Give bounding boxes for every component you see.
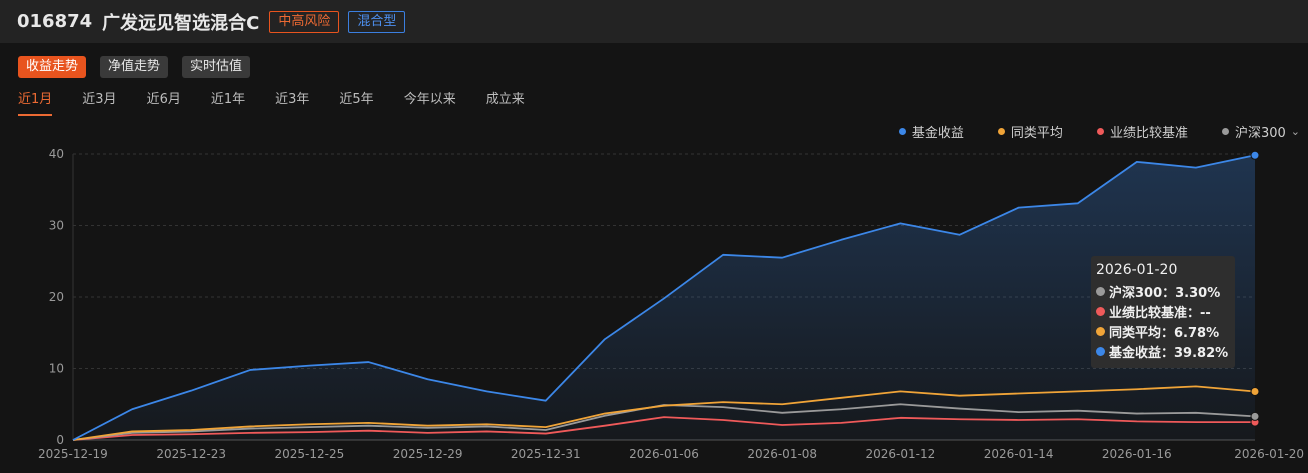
tooltip-row: 同类平均：6.78% [1096,321,1235,341]
return-chart[interactable]: 0 10 20 30 40 2025-12-19 2025-12-23 2025-12-25 2… [0,0,1308,473]
end-marker-同类平均 [1250,387,1260,397]
x-tick-label: 2025-12-29 [393,447,463,461]
x-tick-label: 2025-12-19 [38,447,108,461]
end-marker-基金收益 [1250,150,1260,160]
tooltip-row: 基金收益：39.82% [1096,341,1235,361]
x-tick-label: 2026-01-06 [629,447,699,461]
x-tick-label: 2026-01-08 [747,447,817,461]
tooltip-date: 2026-01-20 [1096,262,1178,278]
end-marker-沪深300 [1250,411,1260,421]
x-tick-label: 2026-01-14 [984,447,1054,461]
tooltip-dot [1096,286,1105,296]
y-tick-label: 10 [49,362,64,376]
tooltip-text: 同类平均：6.78% [1109,325,1220,341]
y-tick-label: 20 [49,290,64,304]
tooltip-text: 沪深300：3.30% [1109,285,1221,301]
x-tick-label: 2026-01-12 [866,447,936,461]
x-tick-label: 2026-01-16 [1102,447,1172,461]
tooltip-text: 业绩比较基准：-- [1109,305,1211,321]
chart-tooltip: 2026-01-20 沪深300：3.30% 业绩比较基准：-- 同类平均：6.… [1091,256,1235,368]
tooltip-row: 业绩比较基准：-- [1096,301,1235,321]
tooltip-dot [1096,306,1105,316]
x-tick-label: 2026-01-20 [1234,447,1304,461]
x-tick-label: 2025-12-25 [275,447,345,461]
y-tick-label: 40 [49,147,64,161]
tooltip-dot [1096,346,1105,356]
tooltip-text: 基金收益：39.82% [1109,345,1229,361]
y-tick-label: 0 [56,433,64,447]
y-tick-label: 30 [49,219,64,233]
x-tick-label: 2025-12-23 [156,447,226,461]
x-tick-label: 2025-12-31 [511,447,581,461]
tooltip-row: 沪深300：3.30% [1096,281,1235,301]
tooltip-dot [1096,326,1105,336]
